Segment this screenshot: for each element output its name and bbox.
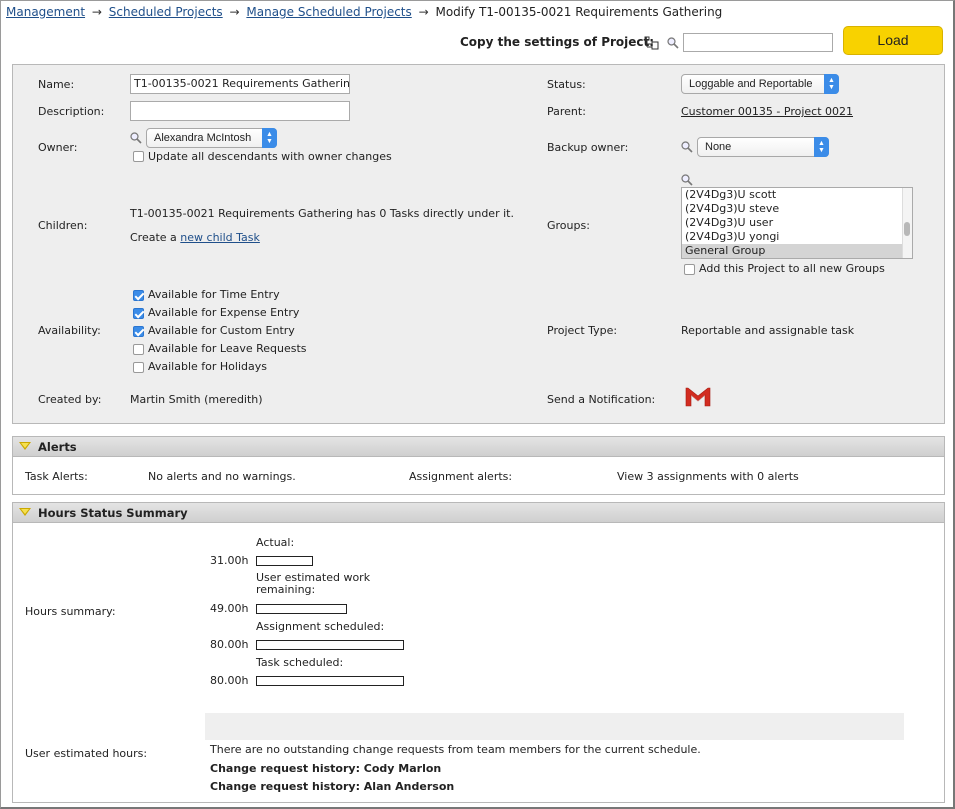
search-icon[interactable] [667, 37, 679, 49]
children-text: T1-00135-0021 Requirements Gathering has… [130, 207, 514, 220]
page-title: Modify T1-00135-0021 Requirements Gather… [435, 5, 723, 19]
load-button[interactable]: Load [843, 26, 943, 55]
group-option[interactable]: (2V4Dg3)U steve [682, 202, 912, 216]
owner-search-icon[interactable] [130, 132, 142, 144]
time-entry-checkbox[interactable] [133, 290, 144, 301]
groups-label: Groups: [547, 219, 590, 232]
update-descendants-checkbox[interactable] [133, 151, 144, 162]
availability-label: Availability: [38, 324, 101, 337]
view-assignments-link[interactable]: View 3 assignments with 0 alerts [617, 470, 799, 483]
name-input[interactable]: T1-00135-0021 Requirements Gathering [130, 74, 350, 94]
task-scheduled-label: Task scheduled: [256, 656, 344, 669]
estimated-remaining-label: User estimated work remaining: [256, 571, 371, 596]
leave-requests-checkbox[interactable] [133, 344, 144, 355]
breadcrumb: Management → Scheduled Projects → Manage… [6, 5, 722, 19]
project-type-label: Project Type: [547, 324, 618, 337]
status-select-value: Loggable and Reportable [689, 78, 813, 90]
backup-owner-search-icon[interactable] [681, 141, 693, 153]
copy-project-input[interactable] [683, 33, 833, 52]
change-request-strip [205, 713, 904, 740]
create-child-line: Create a new child Task [130, 231, 260, 244]
group-option[interactable]: (2V4Dg3)U yongi [682, 230, 912, 244]
breadcrumb-separator: → [91, 5, 102, 19]
copy-settings-label: Copy the settings of Project: [460, 35, 655, 49]
expense-entry-label: Available for Expense Entry [148, 306, 300, 319]
created-by-value: Martin Smith (meredith) [130, 393, 263, 406]
assignment-scheduled-label: Assignment scheduled: [256, 620, 385, 633]
select-arrows-icon: ▲ ▼ [824, 74, 839, 94]
created-by-label: Created by: [38, 393, 102, 406]
project-type-value: Reportable and assignable task [681, 324, 855, 337]
owner-select[interactable]: Alexandra McIntosh ▲ ▼ [146, 128, 277, 148]
create-prefix: Create a [130, 231, 177, 244]
assignment-scheduled-value: 80.00h [210, 638, 249, 651]
estimated-remaining-bar [256, 604, 347, 614]
group-option[interactable]: (2V4Dg3)U user [682, 216, 912, 230]
select-arrows-icon: ▲ ▼ [814, 137, 829, 157]
add-to-groups-checkbox[interactable] [684, 264, 695, 275]
breadcrumb-scheduled-projects[interactable]: Scheduled Projects [109, 5, 223, 19]
hours-section-body [12, 523, 945, 803]
holidays-label: Available for Holidays [148, 360, 267, 373]
group-option-selected[interactable]: General Group [682, 244, 912, 258]
expense-entry-checkbox[interactable] [133, 308, 144, 319]
task-scheduled-value: 80.00h [210, 674, 249, 687]
estimated-remaining-value: 49.00h [210, 602, 249, 615]
breadcrumb-manage-scheduled-projects[interactable]: Manage Scheduled Projects [246, 5, 411, 19]
name-label: Name: [38, 78, 75, 91]
custom-entry-label: Available for Custom Entry [148, 324, 295, 337]
holidays-checkbox[interactable] [133, 362, 144, 373]
user-estimated-hours-label: User estimated hours: [25, 747, 148, 760]
time-entry-label: Available for Time Entry [148, 288, 280, 301]
groups-listbox[interactable]: (2V4Dg3)U scott (2V4Dg3)U steve (2V4Dg3)… [681, 187, 913, 259]
breadcrumb-separator: → [229, 5, 240, 19]
description-label: Description: [38, 105, 105, 118]
status-label: Status: [547, 78, 586, 91]
history-link-alan[interactable]: Change request history: Alan Anderson [210, 780, 454, 793]
collapse-triangle-icon[interactable] [19, 442, 31, 450]
breadcrumb-management[interactable]: Management [6, 5, 85, 19]
breadcrumb-separator: → [418, 5, 429, 19]
parent-link[interactable]: Customer 00135 - Project 0021 [681, 105, 853, 118]
alerts-section-header[interactable]: Alerts [12, 436, 945, 457]
groups-scrollbar-thumb[interactable] [904, 222, 910, 236]
hours-summary-label: Hours summary: [25, 605, 116, 618]
task-scheduled-bar [256, 676, 404, 686]
select-arrows-icon: ▲ ▼ [262, 128, 277, 148]
collapse-triangle-icon[interactable] [19, 508, 31, 516]
backup-owner-label: Backup owner: [547, 141, 629, 154]
gmail-icon[interactable] [684, 384, 712, 410]
assignment-scheduled-bar [256, 640, 404, 650]
owner-label: Owner: [38, 141, 78, 154]
group-option[interactable]: (2V4Dg3)U scott [682, 188, 912, 202]
custom-entry-checkbox[interactable] [133, 326, 144, 337]
hierarchy-picker-icon[interactable] [644, 36, 660, 50]
backup-owner-select-value: None [705, 141, 732, 153]
no-requests-text: There are no outstanding change requests… [210, 743, 701, 756]
update-descendants-label: Update all descendants with owner change… [148, 150, 392, 163]
children-label: Children: [38, 219, 88, 232]
new-child-task-link[interactable]: new child Task [180, 231, 260, 244]
task-alerts-label: Task Alerts: [25, 470, 88, 483]
add-to-groups-label: Add this Project to all new Groups [699, 262, 885, 275]
backup-owner-select[interactable]: None ▲ ▼ [697, 137, 829, 157]
description-input[interactable] [130, 101, 350, 121]
actual-label: Actual: [256, 536, 295, 549]
assignment-alerts-label: Assignment alerts: [409, 470, 513, 483]
parent-label: Parent: [547, 105, 586, 118]
history-link-cody[interactable]: Change request history: Cody Marlon [210, 762, 441, 775]
task-alerts-value: No alerts and no warnings. [148, 470, 296, 483]
hours-title: Hours Status Summary [38, 506, 188, 520]
leave-requests-label: Available for Leave Requests [148, 342, 307, 355]
notification-label: Send a Notification: [547, 393, 656, 406]
groups-search-icon[interactable] [681, 174, 693, 186]
alerts-title: Alerts [38, 440, 77, 454]
hours-section-header[interactable]: Hours Status Summary [12, 502, 945, 523]
actual-value: 31.00h [210, 554, 249, 567]
status-select[interactable]: Loggable and Reportable ▲ ▼ [681, 74, 839, 94]
actual-bar [256, 556, 313, 566]
owner-select-value: Alexandra McIntosh [154, 132, 252, 144]
